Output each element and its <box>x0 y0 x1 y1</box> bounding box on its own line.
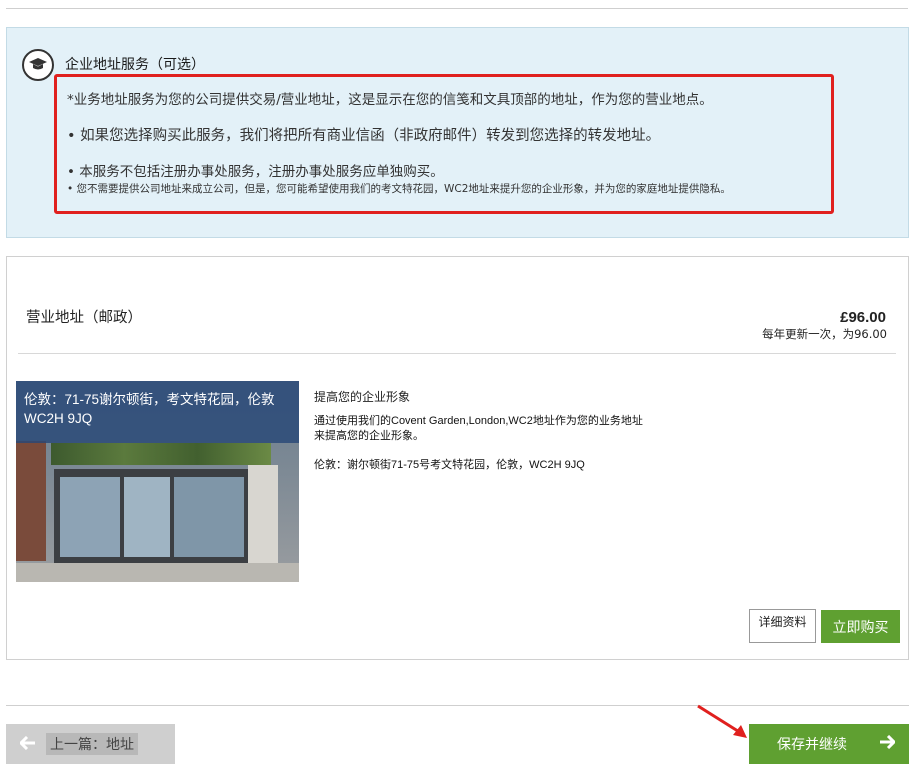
top-divider <box>6 8 908 9</box>
photo-hedge <box>51 443 271 465</box>
buy-now-button[interactable]: 立即购买 <box>821 610 900 643</box>
photo-pillar <box>248 465 278 565</box>
photo-door <box>174 477 244 557</box>
price-note: 每年更新一次，为96.00 <box>762 327 887 341</box>
product-divider <box>18 353 896 354</box>
photo-window <box>60 477 120 557</box>
product-name: 营业地址（邮政） <box>26 310 142 326</box>
photo-pavement <box>16 563 299 582</box>
photo-window <box>124 477 170 557</box>
photo-brick-wall <box>16 441 46 561</box>
details-button[interactable]: 详细资料 <box>749 609 816 643</box>
info-line-2: • 如果您选择购买此服务，我们将把所有商业信函（非政府邮件）转发到您选择的转发地… <box>67 128 661 144</box>
info-line-3: • 本服务不包括注册办事处服务，注册办事处服务应单独购买。 <box>67 164 444 180</box>
graduation-cap-icon <box>22 49 54 81</box>
product-price: £96.00 <box>840 309 886 326</box>
arrow-right-icon <box>879 733 897 754</box>
arrow-left-icon <box>18 734 36 755</box>
description-address: 伦敦：谢尔顿街71-75号考文特花园，伦敦，WC2H 9JQ <box>314 459 585 471</box>
red-pointer-arrow-icon <box>697 704 747 738</box>
save-and-continue-button[interactable]: 保存并继续 <box>749 724 909 764</box>
description-title: 提高您的企业形象 <box>314 390 411 404</box>
address-service-info-panel: 企业地址服务（可选） *业务地址服务为您的公司提供交易/营业地址，这是显示在您的… <box>6 27 909 238</box>
description-text: 通过使用我们的Covent Garden,London,WC2地址作为您的业务地… <box>314 415 643 442</box>
business-address-product: 营业地址（邮政） £96.00 每年更新一次，为96.00 伦敦：71-75谢尔… <box>6 256 909 660</box>
photo-caption: 伦敦：71-75谢尔顿街，考文特花园，伦敦 WC2H 9JQ <box>16 381 299 443</box>
info-line-1: *业务地址服务为您的公司提供交易/营业地址，这是显示在您的信笺和文具顶部的地址，… <box>67 92 713 108</box>
office-photo: 伦敦：71-75谢尔顿街，考文特花园，伦敦 WC2H 9JQ <box>16 381 299 582</box>
info-line-4: • 您不需要提供公司地址来成立公司，但是，您可能希望使用我们的考文特花园，WC2… <box>67 183 731 195</box>
previous-step-label: 上一篇：地址 <box>46 733 138 755</box>
bottom-divider <box>6 705 909 706</box>
info-title: 企业地址服务（可选） <box>65 57 205 73</box>
save-and-continue-label: 保存并继续 <box>777 737 847 753</box>
previous-step-button[interactable]: 上一篇：地址 <box>6 724 175 764</box>
